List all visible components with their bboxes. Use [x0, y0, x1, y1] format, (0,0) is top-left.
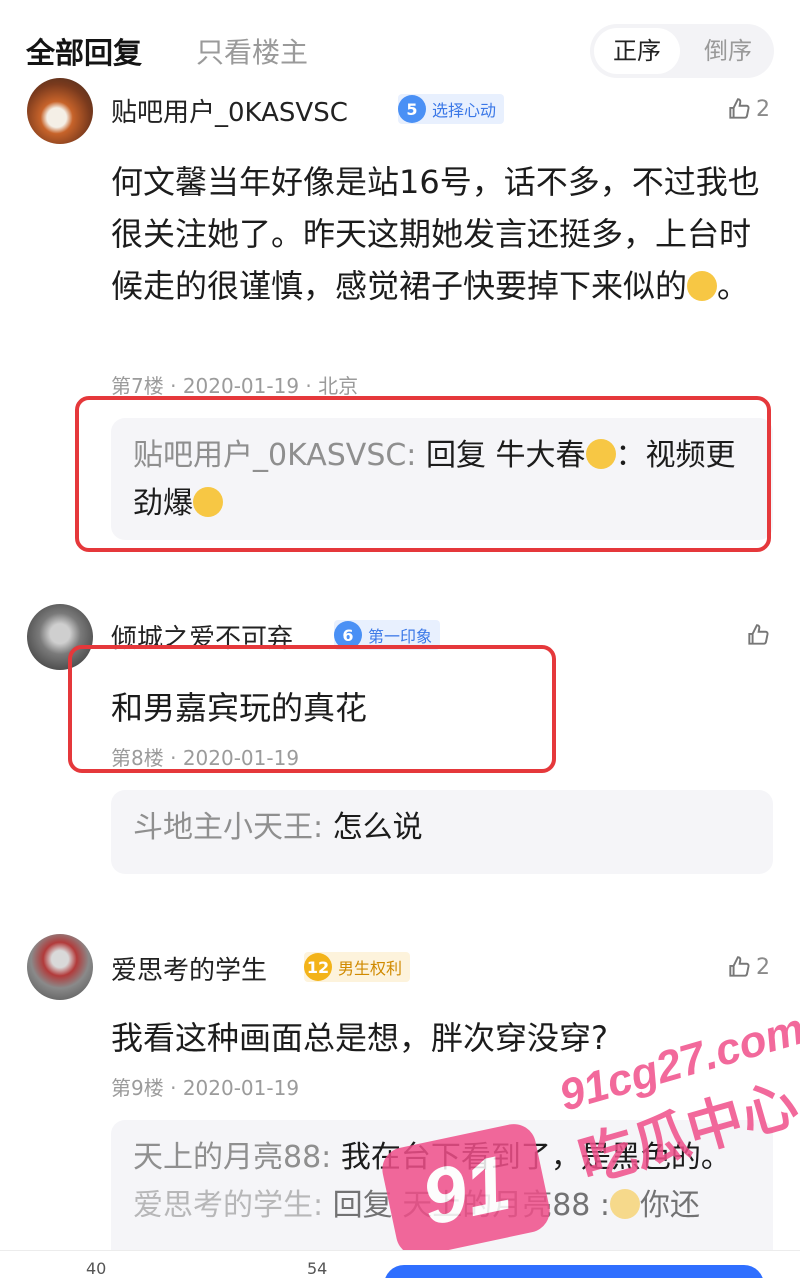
post-text-end: 。	[717, 267, 750, 305]
post-meta: 第7楼 · 2020-01-19 · 北京	[111, 370, 358, 399]
reply-filter-bar: 全部回复 只看楼主 正序 倒序	[0, 0, 800, 90]
sort-toggle: 正序 倒序	[590, 24, 774, 78]
like-button[interactable]: 2	[726, 954, 770, 980]
reply-username[interactable]: 爱思考的学生:	[133, 1188, 323, 1223]
sort-descending-button[interactable]: 倒序	[686, 28, 770, 74]
thumbs-up-icon	[729, 98, 750, 119]
post-meta: 第9楼 · 2020-01-19	[111, 1072, 299, 1101]
like-count: 2	[756, 96, 770, 122]
reply-username[interactable]: 天上的月亮88:	[133, 1140, 331, 1175]
floor-number: 第7楼	[111, 374, 164, 398]
username[interactable]: 贴吧用户_0KASVSC	[111, 92, 348, 129]
thumbs-up-icon	[729, 956, 750, 977]
username[interactable]: 爱思考的学生	[111, 950, 267, 987]
highlight-frame	[68, 645, 556, 773]
like-button[interactable]	[745, 622, 775, 648]
bottom-primary-button[interactable]	[384, 1265, 764, 1278]
like-button[interactable]: 2	[726, 96, 770, 122]
reply-text: 怎么说	[332, 810, 423, 845]
reply-username[interactable]: 斗地主小天王:	[133, 810, 323, 845]
avatar[interactable]	[27, 78, 93, 144]
level-title: 第一印象	[368, 627, 433, 646]
post-date: 2020-01-19	[182, 374, 300, 398]
floor-number: 第9楼	[111, 1076, 164, 1100]
post-text: 何文馨当年好像是站16号，话不多，不过我也很关注她了。昨天这期她发言还挺多，上台…	[111, 163, 760, 305]
level-badge: 12 男生权利	[304, 952, 411, 982]
thumbs-up-icon	[748, 624, 769, 645]
like-count: 2	[756, 954, 770, 980]
avatar[interactable]	[27, 934, 93, 1000]
tab-owner-only[interactable]: 只看楼主	[196, 31, 308, 71]
level-title: 选择心动	[432, 101, 497, 120]
level-number: 5	[398, 95, 426, 123]
highlight-frame	[75, 396, 771, 552]
level-title: 男生权利	[338, 959, 403, 978]
meta-separator: ·	[170, 1076, 177, 1100]
post-content: 何文馨当年好像是站16号，话不多，不过我也很关注她了。昨天这期她发言还挺多，上台…	[111, 156, 773, 312]
bottom-action-bar: 40 54	[0, 1250, 800, 1278]
grin-sweat-emoji-icon	[610, 1189, 641, 1219]
meta-separator: ·	[170, 374, 177, 398]
meta-separator: ·	[305, 374, 312, 398]
post-date: 2020-01-19	[182, 1076, 300, 1100]
bottom-count-mid: 54	[307, 1259, 328, 1278]
level-badge: 5 选择心动	[398, 94, 505, 124]
post-location: 北京	[318, 374, 359, 398]
reply-text-tail: 你还	[640, 1188, 701, 1223]
grin-sweat-emoji-icon	[687, 271, 718, 301]
tab-all-replies[interactable]: 全部回复	[26, 30, 142, 72]
sub-reply-box[interactable]: 斗地主小天王: 怎么说	[111, 790, 773, 874]
bottom-count-left: 40	[86, 1259, 107, 1278]
sort-ascending-button[interactable]: 正序	[594, 28, 680, 74]
level-number: 12	[304, 953, 332, 981]
